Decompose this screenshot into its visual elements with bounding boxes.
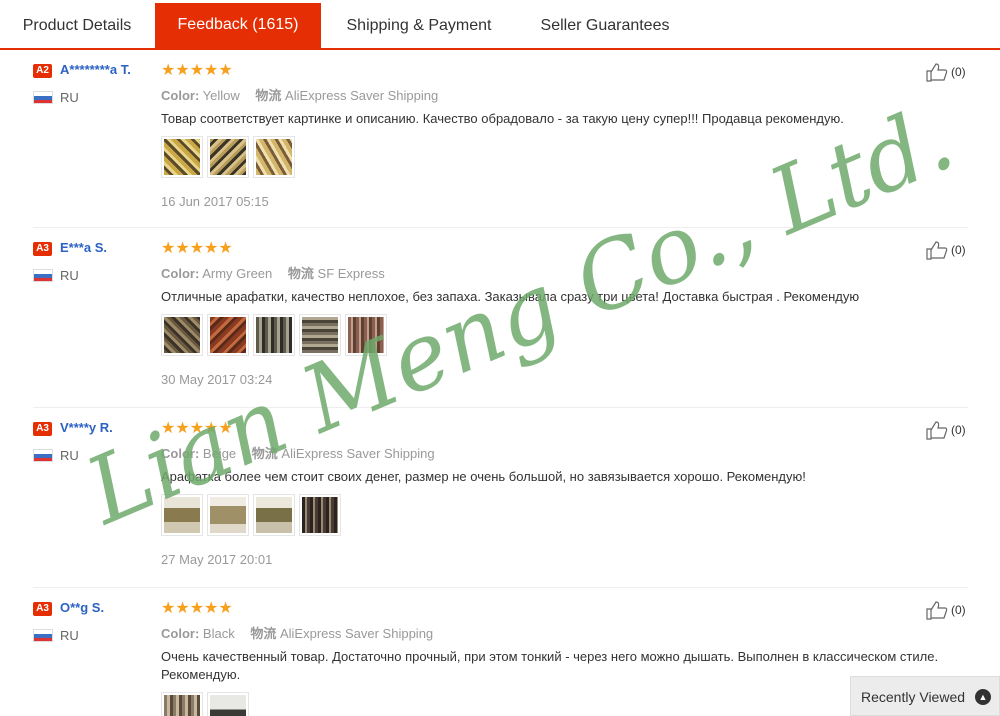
color-key: Color: bbox=[161, 446, 200, 461]
review-photo-thumb[interactable] bbox=[207, 692, 249, 716]
color-value: Yellow bbox=[202, 88, 240, 103]
thumbs-up-icon bbox=[926, 421, 948, 440]
thumbs-up-icon bbox=[926, 601, 948, 620]
helpful-button[interactable]: (0) bbox=[925, 62, 966, 82]
review-photo-thumb[interactable] bbox=[207, 136, 249, 178]
order-attributes: Color: Army Green 物流 SF Express bbox=[161, 263, 385, 282]
reviewer-country: RU bbox=[60, 628, 79, 643]
russia-flag-icon bbox=[33, 629, 53, 642]
color-key: Color: bbox=[161, 266, 200, 281]
russia-flag-icon bbox=[33, 269, 53, 282]
reviewer-country: RU bbox=[60, 268, 79, 283]
review-photo-thumb[interactable] bbox=[161, 692, 203, 716]
shipping-key: 物流 bbox=[251, 446, 278, 461]
color-key: Color: bbox=[161, 626, 200, 641]
review-date: 27 May 2017 20:01 bbox=[161, 552, 273, 567]
russia-flag-icon bbox=[33, 449, 53, 462]
tab-feedback[interactable]: Feedback (1615) bbox=[155, 3, 321, 49]
shipping-value: AliExpress Saver Shipping bbox=[285, 88, 439, 103]
review-photo-thumb[interactable] bbox=[161, 494, 203, 536]
rating-stars: ★★★★★ bbox=[161, 420, 233, 437]
review-text: Отличные арафатки, качество неплохое, бе… bbox=[161, 289, 860, 304]
review-photos bbox=[161, 692, 249, 716]
buyer-level-badge: A3 bbox=[33, 242, 52, 256]
review-text: Арафатка более чем стоит своих денег, ра… bbox=[161, 469, 806, 484]
shipping-key: 物流 bbox=[250, 626, 277, 641]
russia-flag-icon bbox=[33, 91, 53, 104]
review-photo-thumb[interactable] bbox=[253, 494, 295, 536]
buyer-level-badge: A3 bbox=[33, 602, 52, 616]
order-attributes: Color: Beige 物流 AliExpress Saver Shippin… bbox=[161, 443, 435, 462]
review-photo-thumb[interactable] bbox=[207, 314, 249, 356]
color-value: Beige bbox=[202, 446, 237, 461]
color-value: Black bbox=[202, 626, 235, 641]
review-photo-thumb[interactable] bbox=[161, 136, 203, 178]
recently-viewed-button[interactable]: Recently Viewed ▲ bbox=[850, 676, 1000, 716]
rating-stars: ★★★★★ bbox=[161, 600, 233, 617]
review-item: A3 O**g S. RU ★★★★★ Color: Black 物流 AliE… bbox=[33, 588, 968, 716]
thumbs-up-icon bbox=[926, 63, 948, 82]
review-photo-thumb[interactable] bbox=[207, 494, 249, 536]
reviewer-country: RU bbox=[60, 90, 79, 105]
buyer-level-badge: A3 bbox=[33, 422, 52, 436]
shipping-key: 物流 bbox=[287, 266, 314, 281]
review-photo-thumb[interactable] bbox=[299, 314, 341, 356]
review-photo-thumb[interactable] bbox=[345, 314, 387, 356]
helpful-count: (0) bbox=[951, 603, 966, 617]
review-date: 30 May 2017 03:24 bbox=[161, 372, 273, 387]
review-photos bbox=[161, 136, 295, 178]
order-attributes: Color: Yellow 物流 AliExpress Saver Shippi… bbox=[161, 85, 438, 104]
review-photos bbox=[161, 314, 387, 356]
review-photos bbox=[161, 494, 341, 536]
review-photo-thumb[interactable] bbox=[253, 314, 295, 356]
color-key: Color: bbox=[161, 88, 200, 103]
review-photo-thumb[interactable] bbox=[299, 494, 341, 536]
helpful-count: (0) bbox=[951, 65, 966, 79]
thumbs-up-icon bbox=[926, 241, 948, 260]
shipping-value: AliExpress Saver Shipping bbox=[279, 626, 434, 641]
review-item: A2 A********a T. RU ★★★★★ Color: Yellow … bbox=[33, 50, 968, 228]
rating-stars: ★★★★★ bbox=[161, 62, 233, 79]
tab-seller-guarantees[interactable]: Seller Guarantees bbox=[516, 4, 694, 48]
rating-stars: ★★★★★ bbox=[161, 240, 233, 257]
review-item: A3 V****y R. RU ★★★★★ Color: Beige 物流 Al… bbox=[33, 408, 968, 588]
helpful-count: (0) bbox=[951, 243, 966, 257]
review-photo-thumb[interactable] bbox=[253, 136, 295, 178]
helpful-button[interactable]: (0) bbox=[925, 420, 966, 440]
recently-viewed-label: Recently Viewed bbox=[861, 689, 966, 705]
tab-shipping-payment[interactable]: Shipping & Payment bbox=[322, 4, 516, 48]
helpful-button[interactable]: (0) bbox=[925, 600, 966, 620]
color-value: Army Green bbox=[202, 266, 273, 281]
chevron-up-icon: ▲ bbox=[975, 689, 991, 705]
tab-bar: Product Details Feedback (1615) Shipping… bbox=[0, 0, 1000, 50]
shipping-value: SF Express bbox=[317, 266, 385, 281]
shipping-key: 物流 bbox=[255, 88, 282, 103]
buyer-level-badge: A2 bbox=[33, 64, 52, 78]
order-attributes: Color: Black 物流 AliExpress Saver Shippin… bbox=[161, 623, 433, 642]
shipping-value: AliExpress Saver Shipping bbox=[281, 446, 435, 461]
helpful-button[interactable]: (0) bbox=[925, 240, 966, 260]
tab-product-details[interactable]: Product Details bbox=[0, 4, 154, 48]
reviewer-country: RU bbox=[60, 448, 79, 463]
review-date: 16 Jun 2017 05:15 bbox=[161, 194, 269, 209]
reviewer-name[interactable]: A********a T. bbox=[60, 62, 131, 77]
helpful-count: (0) bbox=[951, 423, 966, 437]
review-item: A3 E***a S. RU ★★★★★ Color: Army Green 物… bbox=[33, 228, 968, 408]
reviewer-name[interactable]: V****y R. bbox=[60, 420, 113, 435]
review-text: Товар соответствует картинке и описанию.… bbox=[161, 111, 844, 126]
review-photo-thumb[interactable] bbox=[161, 314, 203, 356]
reviewer-name[interactable]: O**g S. bbox=[60, 600, 104, 615]
reviewer-name[interactable]: E***a S. bbox=[60, 240, 107, 255]
